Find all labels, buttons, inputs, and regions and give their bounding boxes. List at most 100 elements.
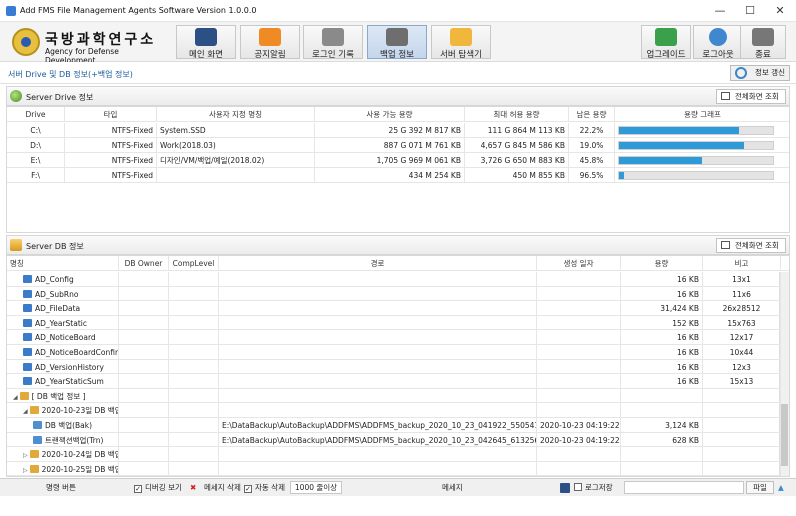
drive-cell-drive: D:\ [7, 138, 65, 153]
drive-cell-max: 111 G 864 M 113 KB [465, 123, 569, 138]
db-table-row[interactable]: ▷ 2020-10-24일 DB 백업 [7, 447, 781, 463]
db-cell-date [537, 345, 621, 360]
db-cell-path [219, 272, 537, 287]
toolbar-button-rss[interactable]: 공지알림 [240, 25, 300, 60]
drive-cell-max: 3,726 G 650 M 883 KB [465, 153, 569, 168]
drive-table-row[interactable]: C:\ NTFS-Fixed System.SSD 25 G 392 M 817 KB… [7, 123, 789, 138]
drive-cell-drive: F:\ [7, 168, 65, 183]
column-header[interactable]: 타입 [65, 107, 157, 122]
db-table-row[interactable]: ◢ 2020-10-23일 DB 백업 [7, 403, 781, 419]
db-table-row[interactable]: AD_Config 16 KB 13x1 [7, 272, 781, 287]
db-cell-size: 3,124 KB [621, 418, 703, 433]
drive-cell-name: 디자인/VM/백업/예일(2018.02) [157, 153, 315, 168]
db-cell-owner [119, 447, 169, 463]
capacity-bar-fill [619, 127, 739, 134]
db-cell-name: ◢ [ DB 백업 정보 ] [7, 388, 119, 404]
db-table-row[interactable]: AD_YearStatic 152 KB 15x763 [7, 315, 781, 331]
column-header[interactable]: 남은 용량 [569, 107, 615, 122]
column-header[interactable]: 사용 가능 용량 [315, 107, 465, 122]
db-cell-name: AD_Config [7, 272, 119, 287]
column-header[interactable]: 비고 [703, 256, 781, 271]
capacity-bar-fill [619, 172, 625, 179]
tree-expander-icon[interactable]: ◢ [23, 408, 28, 415]
tree-expander-icon[interactable]: ◢ [13, 394, 18, 401]
debug-view-checkbox[interactable]: ✓ 디버깅 보기 [134, 482, 182, 494]
auto-delete-checkbox[interactable]: ✓ 자동 삭제 [244, 482, 285, 494]
close-button[interactable]: ✕ [766, 0, 794, 22]
db-cell-owner [119, 272, 169, 287]
db-table-header: 명칭 DB Owner CompLevel 경로 생성 일자 용량 비고 [7, 256, 789, 271]
db-item-name: AD_SubRno [35, 289, 79, 299]
maximize-button[interactable]: ☐ [736, 0, 764, 22]
db-cell-note: 15x763 [703, 315, 781, 331]
db-cell-owner [119, 359, 169, 375]
toolbar-button-login-log[interactable]: 로그인 기록 [303, 25, 363, 60]
drive-cell-graph [615, 153, 789, 168]
tree-expander-icon[interactable]: ▷ [23, 467, 28, 474]
log-file-path-input[interactable] [624, 481, 744, 494]
scrollbar-thumb[interactable] [781, 404, 788, 466]
db-cell-name: AD_FileData [7, 301, 119, 317]
db-cell-note: 10x44 [703, 345, 781, 360]
db-table-row[interactable]: AD_YearStaticSum 16 KB 15x13 [7, 374, 781, 390]
drive-fullscreen-button[interactable]: 전체화면 조회 [716, 89, 786, 104]
db-cell-level [169, 447, 219, 463]
toolbar-button-monitor[interactable]: 메인 화면 [176, 25, 236, 60]
toolbar-button-upgrade-chart[interactable]: 업그레이드 [641, 25, 691, 60]
db-cell-path [219, 345, 537, 360]
log-save-checkbox[interactable]: 로그저장 [574, 482, 613, 494]
db-table-row[interactable]: 트랜잭션백업(Trn) E:\DataBackup\AutoBackup\ADDF… [7, 432, 781, 448]
column-header[interactable]: Drive [7, 107, 65, 122]
drive-cell-graph [615, 123, 789, 138]
toolbar-button-database[interactable]: 백업 정보 [367, 25, 427, 60]
db-table-row[interactable]: AD_SubRno 16 KB 11x6 [7, 286, 781, 302]
db-fullscreen-button[interactable]: 전체화면 조회 [716, 238, 786, 253]
db-cell-size [621, 447, 703, 463]
db-cell-note [703, 461, 781, 476]
column-header[interactable]: 최대 허용 용량 [465, 107, 569, 122]
db-item-name: AD_YearStaticSum [35, 377, 104, 387]
column-header[interactable]: 용량 그래프 [615, 107, 789, 122]
login-log-icon [322, 28, 344, 46]
db-table-row[interactable]: AD_NoticeBoard 16 KB 12x17 [7, 330, 781, 346]
delete-messages-button[interactable]: 메세지 삭제 [204, 482, 241, 494]
column-header[interactable]: 경로 [219, 256, 537, 271]
column-header[interactable]: DB Owner [119, 256, 169, 271]
column-header[interactable]: 사용자 지정 명칭 [157, 107, 315, 122]
drive-table-row[interactable]: D:\ NTFS-Fixed Work(2018.03) 887 G 071 M 76… [7, 138, 789, 153]
db-table-row[interactable]: DB 백업(Bak) E:\DataBackup\AutoBackup\ADDFM… [7, 418, 781, 433]
db-cell-date [537, 301, 621, 317]
column-header[interactable]: 생성 일자 [537, 256, 621, 271]
db-cell-path [219, 447, 537, 463]
refresh-info-button[interactable]: 정보 갱신 [730, 65, 790, 81]
minimize-button[interactable]: — [706, 0, 734, 22]
db-table-row[interactable]: AD_FileData 31,424 KB 26x28512 [7, 301, 781, 317]
db-table-row[interactable]: ◢ [ DB 백업 정보 ] [7, 388, 781, 404]
db-cell-level [169, 418, 219, 433]
db-cell-note: 12x3 [703, 359, 781, 375]
file-button[interactable]: 파일 [746, 481, 774, 494]
toolbar-button-label: 메인 화면 [189, 50, 223, 60]
toolbar-button-exit[interactable]: 종료 [740, 25, 786, 60]
drive-table-row[interactable]: E:\ NTFS-Fixed 디자인/VM/백업/예일(2018.02) 1,705 … [7, 153, 789, 168]
line-limit-input[interactable]: 1000 줄이상 [290, 481, 342, 494]
debug-view-label: 디버깅 보기 [145, 483, 182, 492]
delete-x-icon: ✖ [190, 483, 197, 492]
db-section-header: Server DB 정보 전체화면 조회 [6, 235, 790, 255]
db-table-row[interactable]: AD_VersionHistory 16 KB 12x3 [7, 359, 781, 375]
db-table-row[interactable]: ▷ 2020-10-25일 DB 백업 [7, 461, 781, 476]
scroll-up-arrow-icon[interactable]: ▲ [778, 482, 784, 494]
capacity-bar-track [618, 171, 774, 180]
toolbar-button-folder[interactable]: 서버 탐색기 [431, 25, 491, 60]
column-header[interactable]: 명칭 [7, 256, 119, 271]
db-table-row[interactable]: AD_NoticeBoardConfir... 16 KB 10x44 [7, 345, 781, 360]
drive-table-row[interactable]: F:\ NTFS-Fixed 434 M 254 KB 450 M 855 KB 96.… [7, 168, 789, 183]
column-header[interactable]: CompLevel [169, 256, 219, 271]
column-header[interactable]: 용량 [621, 256, 703, 271]
drive-cell-graph [615, 168, 789, 183]
tree-expander-icon[interactable]: ▷ [23, 452, 28, 459]
db-fullscreen-label: 전체화면 조회 [735, 241, 779, 250]
db-cell-size: 16 KB [621, 272, 703, 287]
toolbar-button-logout[interactable]: 로그아웃 [693, 25, 743, 60]
logout-icon [709, 28, 727, 46]
